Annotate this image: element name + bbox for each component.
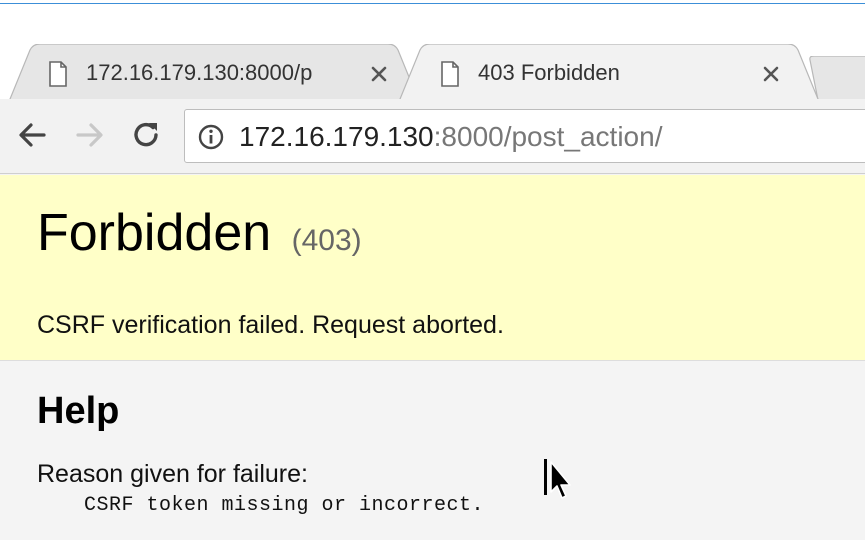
address-bar[interactable]: 172.16.179.130:8000/post_action/	[184, 109, 865, 163]
close-icon[interactable]	[368, 63, 390, 85]
status-code: (403)	[291, 224, 362, 257]
page-icon	[49, 61, 67, 87]
mouse-cursor-icon	[544, 459, 571, 499]
page-title: Forbidden (403)	[37, 203, 362, 263]
error-summary: Forbidden (403) CSRF verification failed…	[0, 175, 865, 361]
arrow-right-icon[interactable]	[72, 117, 108, 153]
url-host: 172.16.179.130	[239, 121, 434, 152]
close-icon[interactable]	[760, 63, 782, 85]
tab-title: 403 Forbidden	[478, 60, 620, 85]
error-message: CSRF verification failed. Request aborte…	[37, 311, 504, 339]
help-heading: Help	[37, 390, 120, 432]
tab-inactive[interactable]: 172.16.179.130:8000/p	[8, 44, 420, 104]
reload-icon[interactable]	[128, 117, 164, 153]
arrow-left-icon[interactable]	[14, 117, 50, 153]
help-section: Help Reason given for failure: CSRF toke…	[0, 362, 865, 540]
error-title: Forbidden	[37, 204, 272, 262]
url-path: :8000/post_action/	[433, 121, 663, 152]
reason-label: Reason given for failure:	[37, 460, 308, 488]
reason-text: CSRF token missing or incorrect.	[84, 494, 485, 517]
tab-title: 172.16.179.130:8000/p	[86, 60, 313, 85]
tab-strip: 172.16.179.130:8000/p 403 Forbidden	[0, 4, 865, 104]
info-icon[interactable]	[197, 123, 225, 151]
url-text: 172.16.179.130:8000/post_action/	[239, 121, 662, 153]
browser-toolbar: 172.16.179.130:8000/post_action/	[0, 99, 865, 174]
page-icon	[441, 61, 459, 87]
tab-active[interactable]: 403 Forbidden	[398, 44, 820, 104]
